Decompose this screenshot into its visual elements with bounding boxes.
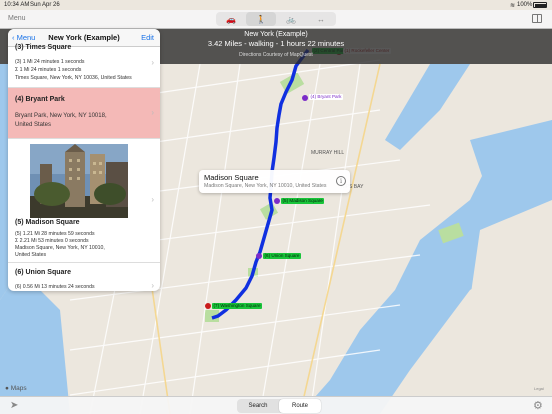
chevron-right-icon: › bbox=[151, 108, 154, 117]
walk-icon[interactable]: 🚶 bbox=[246, 12, 276, 26]
leg-distance: (3) 1 Mi 24 minutes 1 seconds bbox=[15, 59, 85, 65]
info-icon[interactable]: i bbox=[336, 176, 346, 186]
status-time: 10:34 AM bbox=[4, 2, 30, 8]
panel-title: New York (Example) bbox=[48, 33, 120, 42]
route-tab[interactable]: Route bbox=[279, 399, 321, 413]
apple-logo-icon: ● bbox=[5, 385, 9, 392]
legal-link[interactable]: Legal bbox=[534, 386, 544, 391]
list-item-title: (4) Bryant Park bbox=[15, 96, 65, 103]
chevron-right-icon: › bbox=[151, 281, 154, 290]
leg-distance: (5) 1.21 Mi 28 minutes 59 seconds bbox=[15, 231, 95, 237]
wifi-icon: ≋ bbox=[510, 3, 516, 9]
maps-logo-text: Maps bbox=[10, 385, 27, 392]
chevron-right-icon: › bbox=[151, 58, 154, 67]
list-item-address: Madison Square, New York, NY 10010, bbox=[15, 245, 105, 251]
washington-pin bbox=[205, 303, 211, 309]
status-battery-text: 100% bbox=[517, 2, 533, 8]
maps-logo: ● Maps bbox=[5, 385, 27, 392]
list-item-address-2: United States bbox=[15, 252, 47, 258]
edit-button[interactable]: Edit bbox=[141, 33, 154, 42]
location-callout[interactable]: Madison Square Madison Square, New York,… bbox=[199, 170, 350, 193]
status-bar: 10:34 AM Sun Apr 26 ≋ 100% bbox=[0, 0, 552, 10]
bryant-pin bbox=[302, 95, 308, 101]
search-route-selector: Search Route bbox=[237, 399, 321, 413]
transport-mode-selector: 🚗 🚶 🚲 ↔ bbox=[216, 12, 336, 26]
battery-icon bbox=[533, 1, 547, 8]
list-item-union-square[interactable]: (6) Union Square (6) 0.56 Mi 13 minutes … bbox=[8, 263, 160, 291]
list-item-address-2: United States bbox=[15, 122, 52, 128]
list-item-madison-square[interactable]: (5) Madison Square (5) 1.21 Mi 28 minute… bbox=[8, 139, 160, 263]
list-item-address: Bryant Park, New York, NY 10018, bbox=[15, 113, 107, 119]
gear-icon[interactable]: ⚙ bbox=[533, 399, 543, 412]
cumulative-distance: Σ 1 Mi 24 minutes 1 seconds bbox=[15, 67, 82, 73]
list-item-title: (6) Union Square bbox=[15, 269, 72, 276]
status-date: Sun Apr 26 bbox=[30, 2, 60, 8]
washington-pin-label[interactable]: (7) Washington Square bbox=[212, 303, 263, 309]
straight-line-icon[interactable]: ↔ bbox=[306, 12, 336, 26]
union-pin-label[interactable]: (6) Union Square bbox=[263, 253, 301, 259]
list-item-title: (3) Times Square bbox=[15, 44, 72, 51]
top-toolbar: Menu 🚗 🚶 🚲 ↔ bbox=[0, 10, 552, 29]
bryant-pin-label[interactable]: (4) Bryant Park bbox=[309, 94, 343, 100]
list-item-address: Times Square, New York, NY 10036, United… bbox=[15, 75, 132, 81]
madison-pin-label[interactable]: (5) Madison Square bbox=[281, 198, 325, 204]
route-stops-panel: ‹ Menu New York (Example) Edit (3) Times… bbox=[8, 29, 160, 291]
list-item-times-square[interactable]: (3) Times Square (3) 1 Mi 24 minutes 1 s… bbox=[8, 44, 160, 88]
bottom-bar: ➤ Search Route ⚙ bbox=[0, 396, 552, 414]
search-tab[interactable]: Search bbox=[237, 399, 279, 413]
bike-icon[interactable]: 🚲 bbox=[276, 12, 306, 26]
cumulative-distance: Σ 2.21 Mi 53 minutes 0 seconds bbox=[15, 238, 89, 244]
toolbar-menu-label[interactable]: Menu bbox=[8, 15, 26, 22]
madison-square-photo bbox=[30, 144, 128, 218]
sidebar-toggle-icon[interactable] bbox=[532, 14, 542, 23]
list-item-bryant-park[interactable]: (4) Bryant Park Bryant Park, New York, N… bbox=[8, 88, 160, 139]
murray-hill-label: MURRAY HILL bbox=[311, 150, 345, 156]
madison-pin bbox=[274, 198, 280, 204]
callout-title: Madison Square bbox=[204, 173, 259, 182]
chevron-right-icon: › bbox=[151, 195, 154, 204]
union-pin bbox=[256, 253, 262, 259]
list-item-title: (5) Madison Square bbox=[15, 219, 80, 226]
car-icon[interactable]: 🚗 bbox=[216, 12, 246, 26]
leg-distance: (6) 0.56 Mi 13 minutes 24 seconds bbox=[15, 284, 95, 290]
callout-subtitle: Madison Square, New York, NY 10010, Unit… bbox=[204, 183, 327, 189]
location-arrow-icon[interactable]: ➤ bbox=[10, 400, 18, 411]
